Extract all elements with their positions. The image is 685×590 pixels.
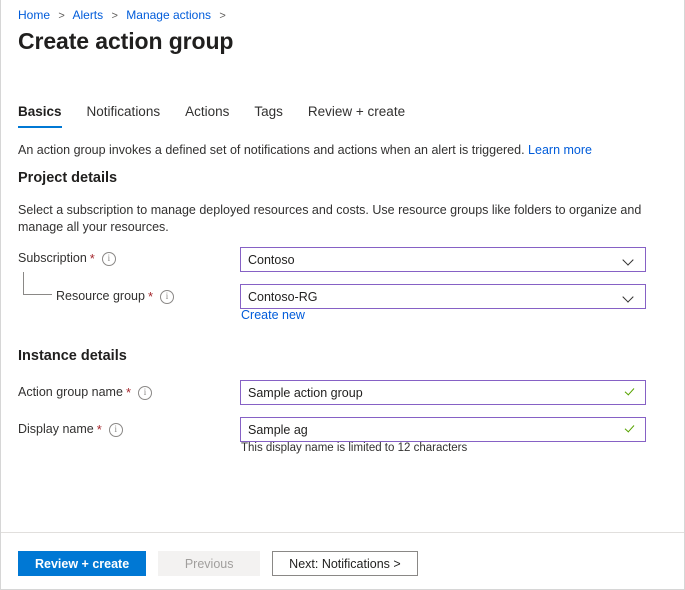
breadcrumb-separator: > [53, 10, 69, 22]
review-create-button[interactable]: Review + create [18, 551, 146, 576]
breadcrumb-item-home[interactable]: Home [18, 8, 50, 22]
create-new-resource-group-link[interactable]: Create new [241, 307, 305, 323]
instance-details-heading: Instance details [18, 346, 127, 366]
resource-group-label-text: Resource group [56, 288, 145, 305]
tab-notifications[interactable]: Notifications [87, 103, 161, 128]
display-name-value: Sample ag [248, 423, 623, 437]
info-icon[interactable] [160, 290, 174, 304]
display-name-label-text: Display name [18, 421, 94, 438]
info-icon[interactable] [109, 423, 123, 437]
chevron-down-icon [623, 291, 635, 303]
resource-group-dropdown[interactable]: Contoso-RG [240, 284, 646, 309]
info-icon[interactable] [102, 252, 116, 266]
breadcrumb-separator: > [107, 10, 123, 22]
project-details-description: Select a subscription to manage deployed… [18, 202, 650, 236]
display-name-label: Display name * [18, 421, 123, 438]
action-group-name-label: Action group name * [18, 384, 152, 401]
create-action-group-page: Home > Alerts > Manage actions > Create … [0, 0, 685, 590]
breadcrumb: Home > Alerts > Manage actions > [18, 7, 231, 24]
checkmark-icon [623, 386, 636, 399]
tab-bar: Basics Notifications Actions Tags Review… [18, 103, 430, 128]
action-group-name-value: Sample action group [248, 386, 623, 400]
project-details-heading: Project details [18, 168, 117, 188]
action-group-name-label-text: Action group name [18, 384, 123, 401]
required-marker: * [126, 387, 131, 399]
required-marker: * [90, 253, 95, 265]
info-icon[interactable] [138, 386, 152, 400]
tab-actions[interactable]: Actions [185, 103, 229, 128]
intro-description: An action group invokes a defined set of… [18, 143, 525, 157]
learn-more-link[interactable]: Learn more [528, 143, 592, 157]
tree-connector [23, 272, 52, 295]
subscription-label-text: Subscription [18, 250, 87, 267]
subscription-dropdown[interactable]: Contoso [240, 247, 646, 272]
resource-group-label: Resource group * [56, 288, 174, 305]
intro-text: An action group invokes a defined set of… [18, 142, 592, 159]
required-marker: * [97, 424, 102, 436]
footer-actions: Review + create Previous Next: Notificat… [18, 551, 418, 576]
breadcrumb-item-manage-actions[interactable]: Manage actions [126, 8, 211, 22]
tab-basics[interactable]: Basics [18, 103, 62, 128]
page-title: Create action group [18, 26, 233, 56]
chevron-down-icon [623, 254, 635, 266]
checkmark-icon [623, 423, 636, 436]
tab-tags[interactable]: Tags [254, 103, 283, 128]
subscription-value: Contoso [248, 253, 623, 267]
display-name-helper-text: This display name is limited to 12 chara… [241, 441, 467, 456]
resource-group-value: Contoso-RG [248, 290, 623, 304]
tab-review-create[interactable]: Review + create [308, 103, 405, 128]
subscription-label: Subscription * [18, 250, 116, 267]
next-notifications-button[interactable]: Next: Notifications > [272, 551, 418, 576]
display-name-input[interactable]: Sample ag [240, 417, 646, 442]
breadcrumb-item-alerts[interactable]: Alerts [72, 8, 103, 22]
previous-button: Previous [158, 551, 260, 576]
required-marker: * [148, 291, 153, 303]
action-group-name-input[interactable]: Sample action group [240, 380, 646, 405]
breadcrumb-separator: > [214, 10, 230, 22]
footer-divider [1, 532, 684, 533]
